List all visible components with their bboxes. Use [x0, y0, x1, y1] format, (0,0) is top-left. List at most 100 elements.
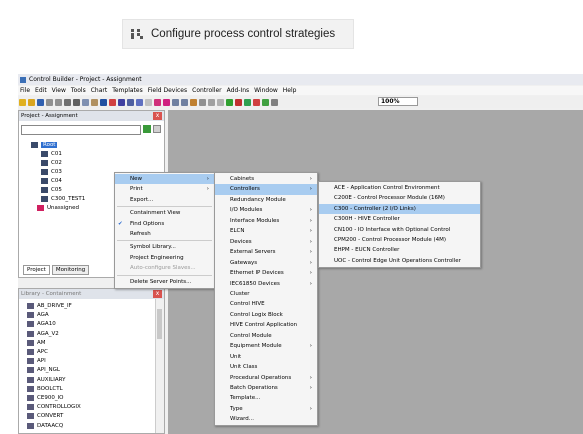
library-item-am[interactable]: AM	[27, 339, 46, 347]
menu-edit[interactable]: Edit	[35, 87, 47, 94]
up-icon[interactable]	[181, 98, 188, 106]
menu-item-cluster[interactable]: Cluster	[215, 289, 317, 299]
menu-item-c300h-hive-controller[interactable]: C300H - HIVE Controller	[319, 214, 480, 224]
menu-item-control-hive[interactable]: Control HIVE	[215, 299, 317, 309]
menu-tools[interactable]: Tools	[71, 87, 86, 94]
menu-item-refresh[interactable]: Refresh	[115, 229, 214, 239]
load-icon[interactable]	[226, 98, 233, 106]
menu-item-redundancy-module[interactable]: Redundancy Module	[215, 195, 317, 205]
library-item-dataacq[interactable]: DATAACQ	[27, 422, 63, 430]
menu-item-cabinets[interactable]: Cabinets ›	[215, 174, 317, 184]
library-item-aga-v2[interactable]: AGA_V2	[27, 330, 59, 338]
library-item-controllogix[interactable]: CONTROLLOGIX	[27, 403, 81, 411]
menu-item-export[interactable]: Export...	[115, 195, 214, 205]
tree-item-c05[interactable]: C05	[41, 186, 62, 194]
menu-item-new[interactable]: New ›	[115, 174, 214, 185]
library-item-ce900-io[interactable]: CE900_IO	[27, 394, 64, 402]
close-icon[interactable]: x	[153, 112, 162, 120]
library-item-convert[interactable]: CONVERT	[27, 412, 63, 420]
menu-item-unit[interactable]: Unit	[215, 352, 317, 362]
tab-monitoring[interactable]: Monitoring	[51, 265, 90, 275]
list-icon[interactable]	[64, 98, 71, 106]
menu-item-hive-control-application[interactable]: HIVE Control Application	[215, 320, 317, 330]
menu-item-ehpm-eucn-controller[interactable]: EHPM - EUCN Controller	[319, 245, 480, 255]
menu-item-containment-view[interactable]: Containment View	[115, 208, 214, 218]
zoom-select[interactable]: 100%	[378, 97, 418, 106]
grid-icon[interactable]	[145, 98, 152, 106]
tree-root[interactable]: Root	[31, 141, 58, 149]
plus-icon[interactable]	[163, 98, 170, 106]
go-arrow-icon[interactable]	[143, 125, 151, 133]
menu-item-delete-server-points[interactable]: Delete Server Points...	[115, 277, 214, 287]
tree-item-c04[interactable]: C04	[41, 177, 62, 185]
menu-item-procedural-operations[interactable]: Procedural Operations ›	[215, 373, 317, 383]
library-item-aga[interactable]: AGA	[27, 311, 49, 319]
link-icon[interactable]	[136, 98, 143, 106]
menu-help[interactable]: Help	[283, 87, 297, 94]
menu-item-wizard[interactable]: Wizard...	[215, 414, 317, 424]
menu-item-i-o-modules[interactable]: I/O Modules ›	[215, 205, 317, 215]
menu-item-controllers[interactable]: Controllers ›	[215, 184, 317, 195]
tree-item-c02[interactable]: C02	[41, 159, 62, 167]
flag-icon[interactable]	[253, 98, 260, 106]
menu-item-devices[interactable]: Devices ›	[215, 237, 317, 247]
paste-icon[interactable]	[91, 98, 98, 106]
menu-item-iec61850-devices[interactable]: IEC61850 Devices ›	[215, 279, 317, 289]
back-icon[interactable]	[46, 98, 53, 106]
monitor-icon[interactable]	[217, 98, 224, 106]
save-icon[interactable]	[37, 98, 44, 106]
library-item-aga10[interactable]: AGA10	[27, 320, 56, 328]
copy-icon[interactable]	[82, 98, 89, 106]
stack-icon[interactable]	[199, 98, 206, 106]
open-icon[interactable]	[28, 98, 35, 106]
library-item-ab-drive-if[interactable]: AB_DRIVE_IF	[27, 302, 72, 310]
check-icon[interactable]	[244, 98, 251, 106]
menu-item-type[interactable]: Type ›	[215, 404, 317, 414]
menu-templates[interactable]: Templates	[112, 87, 143, 94]
menu-item-external-servers[interactable]: External Servers ›	[215, 247, 317, 257]
library-item-api[interactable]: API	[27, 357, 46, 365]
menu-item-cpm200-control-processor-module-4m[interactable]: CPM200 - Control Processor Module (4M)	[319, 235, 480, 245]
minus-icon[interactable]	[154, 98, 161, 106]
menu-window[interactable]: Window	[254, 87, 278, 94]
cut-icon[interactable]	[73, 98, 80, 106]
stop-icon[interactable]	[235, 98, 242, 106]
menu-item-interface-modules[interactable]: Interface Modules ›	[215, 216, 317, 226]
project-filter-combo[interactable]	[21, 125, 141, 135]
menu-controller[interactable]: Controller	[192, 87, 222, 94]
menu-view[interactable]: View	[52, 87, 66, 94]
library-item-api-ngl[interactable]: API_NGL	[27, 366, 60, 374]
menu-item-symbol-library[interactable]: Symbol Library...	[115, 242, 214, 252]
close-icon[interactable]: x	[153, 290, 162, 298]
menu-item-equipment-module[interactable]: Equipment Module ›	[215, 341, 317, 351]
pin-icon[interactable]	[127, 98, 134, 106]
menu-item-find-options[interactable]: ✔ Find Options	[115, 219, 214, 229]
tree-item-c01[interactable]: C01	[41, 150, 62, 158]
scroll-thumb[interactable]	[157, 309, 162, 339]
key-icon[interactable]	[271, 98, 278, 106]
menu-item-ethernet-ip-devices[interactable]: Ethernet IP Devices ›	[215, 268, 317, 278]
menu-item-control-module[interactable]: Control Module	[215, 331, 317, 341]
menu-chart[interactable]: Chart	[91, 87, 108, 94]
go-icon[interactable]	[262, 98, 269, 106]
tools-icon[interactable]	[109, 98, 116, 106]
menu-item-uoc-control-edge-unit-operations-controller[interactable]: UOC - Control Edge Unit Operations Contr…	[319, 256, 480, 266]
menu-field-devices[interactable]: Field Devices	[148, 87, 187, 94]
menu-item-batch-operations[interactable]: Batch Operations ›	[215, 383, 317, 393]
menu-item-auto-configure-slaves[interactable]: Auto-configure Slaves...	[115, 263, 214, 273]
tree-item-c03[interactable]: C03	[41, 168, 62, 176]
menu-item-project-engineering[interactable]: Project Engineering	[115, 253, 214, 263]
tab-project[interactable]: Project	[23, 265, 50, 275]
help-icon[interactable]	[118, 98, 125, 106]
library-item-auxiliary[interactable]: AUXILIARY	[27, 376, 65, 384]
menu-item-control-logix-block[interactable]: Control Logix Block	[215, 310, 317, 320]
forward-icon[interactable]	[55, 98, 62, 106]
menu-item-c200e-control-processor-module-16m[interactable]: C200E - Control Processor Module (16M)	[319, 193, 480, 203]
menu-item-unit-class[interactable]: Unit Class	[215, 362, 317, 372]
library-item-boolctl[interactable]: BOOLCTL	[27, 385, 63, 393]
menu-item-cn100-io-interface-with-optional-control[interactable]: CN100 - IO Interface with Optional Contr…	[319, 225, 480, 235]
library-scrollbar[interactable]	[155, 299, 164, 433]
menu-file[interactable]: File	[20, 87, 30, 94]
menu-item-c300-controller-2-i-o-links[interactable]: C300 - Controller (2 I/O Links)	[319, 203, 480, 215]
library-item-apc[interactable]: APC	[27, 348, 48, 356]
